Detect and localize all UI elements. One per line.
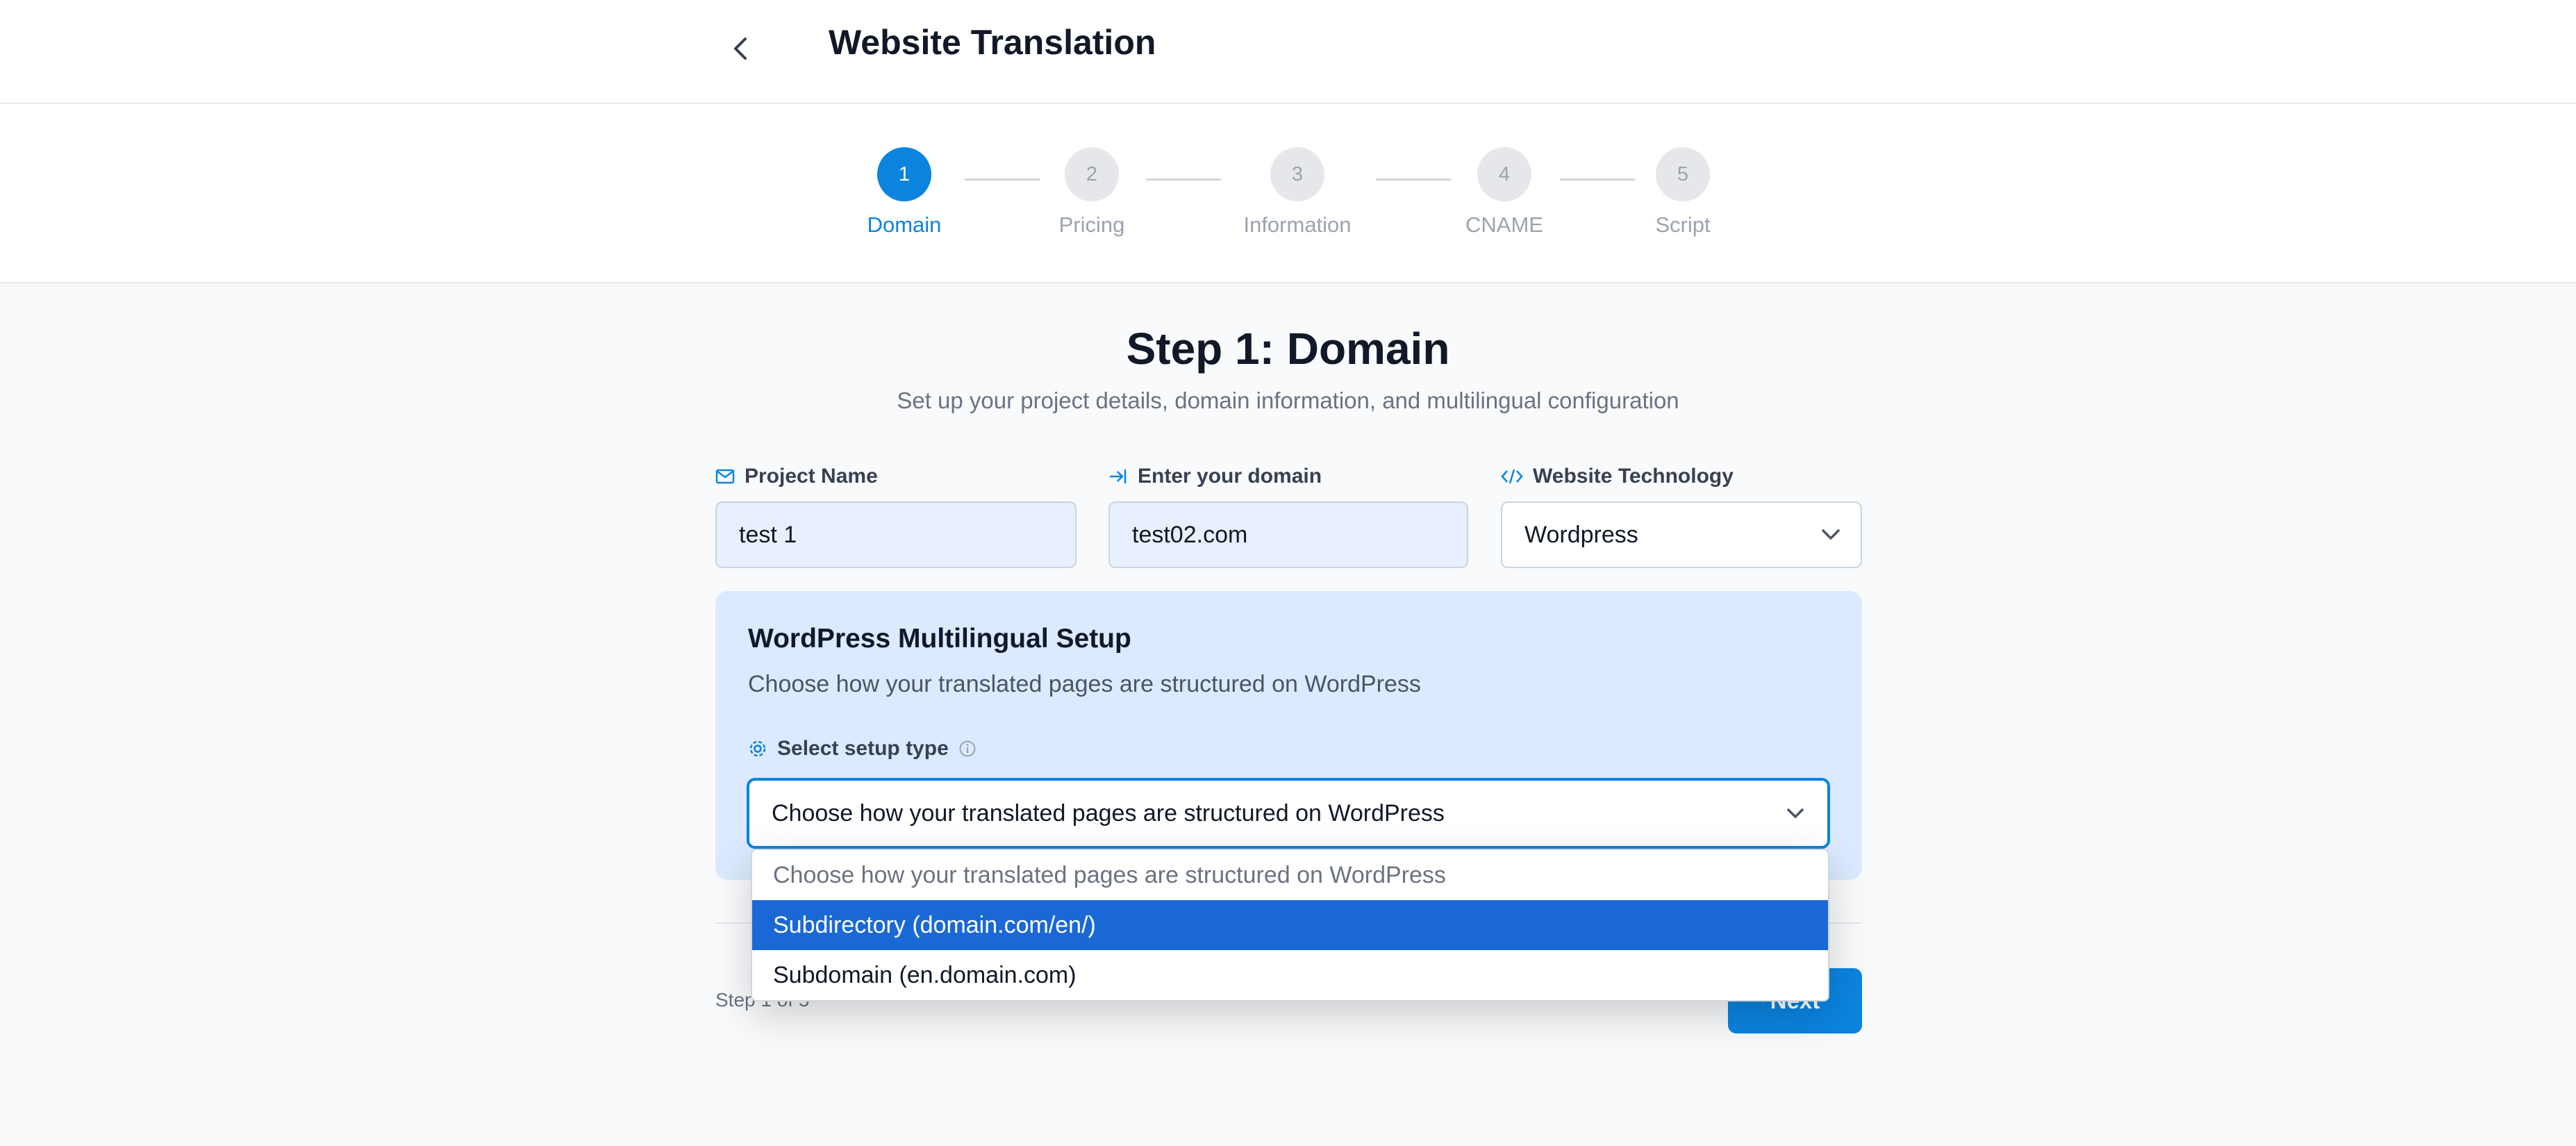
back-button[interactable] — [720, 28, 761, 69]
technology-label-text: Website Technology — [1533, 465, 1734, 488]
setup-type-select-value: Choose how your translated pages are str… — [772, 799, 1445, 827]
code-icon — [1501, 467, 1523, 485]
mail-icon — [715, 468, 735, 485]
project-name-label: Project Name — [715, 465, 878, 488]
chevron-down-icon — [1820, 528, 1841, 542]
dropdown-option-subdomain[interactable]: Subdomain (en.domain.com) — [752, 950, 1828, 1000]
step-heading: Step 1: Domain — [1126, 324, 1450, 374]
step-4-label: CNAME — [1465, 213, 1543, 237]
domain-input[interactable]: test02.com — [1108, 501, 1468, 568]
setup-panel-title: WordPress Multilingual Setup — [748, 624, 1131, 654]
step-connector — [965, 178, 1040, 181]
setup-type-label: Select setup type — [748, 737, 977, 761]
step-2-label: Pricing — [1058, 213, 1125, 237]
step-2-circle[interactable]: 2 — [1065, 147, 1119, 201]
chevron-down-icon — [1786, 807, 1805, 820]
dropdown-option-subdirectory[interactable]: Subdirectory (domain.com/en/) — [752, 900, 1828, 950]
info-icon[interactable] — [958, 740, 977, 758]
step-5-label: Script — [1655, 213, 1711, 237]
step-subtitle: Set up your project details, domain info… — [897, 388, 1679, 413]
step-1-circle[interactable]: 1 — [877, 147, 931, 201]
arrow-into-icon — [1108, 467, 1128, 486]
step-connector — [1376, 178, 1451, 181]
step-3-label: Information — [1243, 213, 1352, 237]
setup-panel-description: Choose how your translated pages are str… — [748, 671, 1421, 697]
technology-select-value: Wordpress — [1524, 521, 1638, 548]
domain-label: Enter your domain — [1108, 465, 1322, 488]
step-connector — [1560, 178, 1635, 181]
step-3-circle[interactable]: 3 — [1270, 147, 1324, 201]
page-title: Website Translation — [829, 23, 1156, 62]
top-header — [0, 0, 2576, 104]
dropdown-option-placeholder[interactable]: Choose how your translated pages are str… — [752, 850, 1828, 900]
chevron-left-icon — [730, 36, 751, 61]
gear-icon — [748, 739, 767, 758]
step-4-circle[interactable]: 4 — [1477, 147, 1531, 201]
technology-select[interactable]: Wordpress — [1501, 501, 1862, 568]
step-1-label: Domain — [867, 213, 942, 237]
setup-type-dropdown: Choose how your translated pages are str… — [751, 849, 1829, 1002]
project-name-label-text: Project Name — [745, 465, 878, 488]
setup-type-label-text: Select setup type — [777, 737, 949, 760]
technology-label: Website Technology — [1501, 465, 1734, 488]
domain-label-text: Enter your domain — [1138, 465, 1322, 488]
project-name-input[interactable]: test 1 — [715, 501, 1077, 568]
step-5-circle[interactable]: 5 — [1656, 147, 1710, 201]
step-connector — [1146, 178, 1221, 181]
setup-type-select[interactable]: Choose how your translated pages are str… — [747, 778, 1830, 849]
